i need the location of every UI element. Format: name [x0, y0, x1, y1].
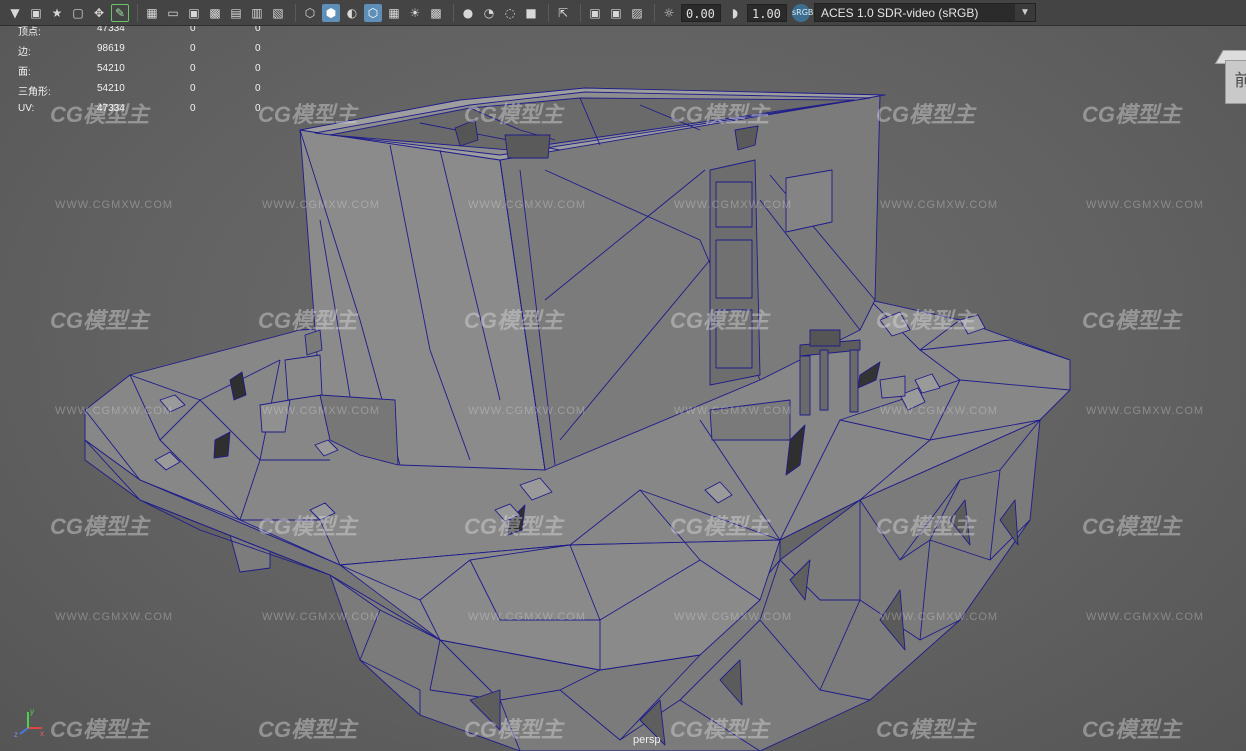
- wireframe-icon[interactable]: ⬡: [301, 4, 319, 22]
- exposure-icon[interactable]: ☼: [660, 4, 678, 22]
- xray-icon[interactable]: ▣: [586, 4, 604, 22]
- view-cube[interactable]: 前: [1214, 50, 1246, 110]
- axis-y-label: y: [30, 707, 34, 716]
- hud-value: 0: [190, 103, 196, 114]
- image-plane-icon[interactable]: ▢: [69, 4, 87, 22]
- maya-perspective-viewport[interactable]: CG模型主 CG模型主 CG模型主 CG模型主 CG模型主 CG模型主 WWW.…: [0, 0, 1246, 751]
- toolbar-separator: [548, 3, 549, 22]
- camera-name-label: persp: [633, 734, 661, 746]
- field-chart-icon[interactable]: ▤: [227, 4, 245, 22]
- shadows-icon[interactable]: ▩: [427, 4, 445, 22]
- textured-icon[interactable]: ▦: [385, 4, 403, 22]
- hud-value: 0: [190, 63, 196, 74]
- depth-of-field-icon[interactable]: ■: [522, 4, 540, 22]
- 2d-pan-zoom-icon[interactable]: ✥: [90, 4, 108, 22]
- use-all-lights-icon[interactable]: ☀: [406, 4, 424, 22]
- floating-island-house-model[interactable]: [0, 0, 1246, 751]
- toolbar-separator: [295, 3, 296, 22]
- safe-title-icon[interactable]: ▧: [269, 4, 287, 22]
- view-transform-value: ACES 1.0 SDR-video (sRGB): [821, 6, 979, 20]
- default-material-icon[interactable]: ◐: [343, 4, 361, 22]
- viewport-panel-toolbar: ▼ ▣ ★ ▢ ✥ ✎ ▦ ▭ ▣ ▩ ▤ ▥ ▧ ⬡ ⬢ ◐ ⬡ ▦ ☀ ▩ …: [0, 0, 1246, 26]
- hud-value: 0: [190, 43, 196, 54]
- exposure-field[interactable]: 0.00: [681, 3, 721, 22]
- hud-value: 47334: [97, 103, 125, 114]
- color-management-icon[interactable]: sRGB: [792, 3, 813, 22]
- axis-gizmo: x y z: [14, 707, 44, 738]
- film-gate-icon[interactable]: ▭: [164, 4, 182, 22]
- view-cube-front-face[interactable]: 前: [1225, 60, 1246, 104]
- camera-select-icon[interactable]: ▼: [6, 4, 24, 22]
- hud-value: 54210: [97, 63, 125, 74]
- grease-pencil-icon[interactable]: ✎: [111, 3, 129, 22]
- xray-components-icon[interactable]: ▨: [628, 4, 646, 22]
- isolate-select-icon[interactable]: ⇱: [554, 4, 572, 22]
- toolbar-separator: [580, 3, 581, 22]
- gate-mask-icon[interactable]: ▩: [206, 4, 224, 22]
- chevron-down-icon[interactable]: ▼: [1015, 4, 1035, 21]
- view-transform-dropdown[interactable]: ACES 1.0 SDR-video (sRGB) ▼: [814, 3, 1036, 22]
- hud-value: 54210: [97, 83, 125, 94]
- xray-joints-icon[interactable]: ▣: [607, 4, 625, 22]
- axis-z-label: z: [14, 730, 18, 738]
- hud-value: 0: [255, 63, 261, 74]
- hud-value: 0: [190, 83, 196, 94]
- wireframe-on-shaded-icon[interactable]: ⬡: [364, 3, 382, 22]
- gamma-icon[interactable]: ◗: [726, 4, 744, 22]
- hud-value: 0: [255, 83, 261, 94]
- axis-x-label: x: [40, 729, 44, 738]
- gamma-field[interactable]: 1.00: [747, 3, 787, 22]
- hud-label: 边:: [18, 47, 31, 58]
- hud-value: 98619: [97, 43, 125, 54]
- smooth-shade-icon[interactable]: ⬢: [322, 3, 340, 22]
- toolbar-separator: [453, 3, 454, 22]
- hud-label: 三角形:: [18, 87, 51, 98]
- hud-value: 0: [255, 43, 261, 54]
- toolbar-separator: [137, 3, 138, 22]
- screen-space-ao-icon[interactable]: ●: [459, 4, 477, 22]
- camera-attributes-icon[interactable]: ▣: [27, 4, 45, 22]
- motion-blur-icon[interactable]: ◔: [480, 4, 498, 22]
- hud-label: 面:: [18, 67, 31, 78]
- resolution-gate-icon[interactable]: ▣: [185, 4, 203, 22]
- grid-icon[interactable]: ▦: [143, 4, 161, 22]
- multisample-aa-icon[interactable]: ◌: [501, 4, 519, 22]
- hud-value: 0: [255, 103, 261, 114]
- bookmark-icon[interactable]: ★: [48, 4, 66, 22]
- toolbar-separator: [654, 3, 655, 22]
- safe-action-icon[interactable]: ▥: [248, 4, 266, 22]
- hud-label: UV:: [18, 103, 35, 114]
